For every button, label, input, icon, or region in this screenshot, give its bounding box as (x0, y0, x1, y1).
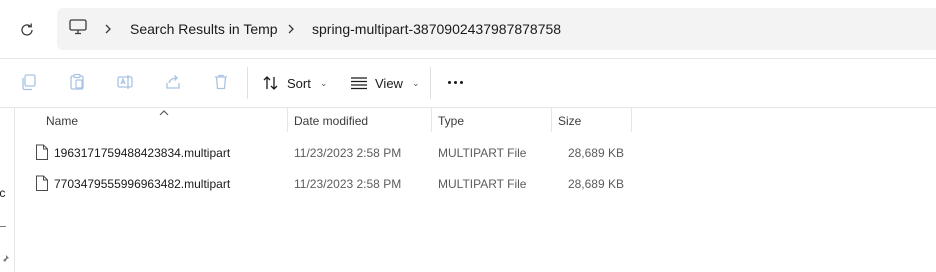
file-date-modified: 11/23/2023 2:58 PM (294, 146, 402, 160)
file-name: 1963171759488423834.multipart (54, 146, 231, 160)
file-type: MULTIPART File (438, 146, 527, 160)
column-separator[interactable] (551, 108, 552, 132)
sort-icon (263, 76, 278, 90)
nav-item-label[interactable]: ıc (0, 186, 5, 200)
breadcrumb-chevron-icon[interactable] (101, 20, 115, 38)
address-bar-row: Search Results in Temp spring-multipart-… (0, 0, 936, 58)
breadcrumb-search-results[interactable]: Search Results in Temp (130, 20, 278, 38)
view-label: View (375, 75, 403, 91)
file-size: 28,689 KB (567, 177, 624, 191)
file-row[interactable]: 7703479555996963482.multipart 11/23/2023… (15, 169, 936, 199)
toolbar-separator (247, 67, 248, 99)
file-type: MULTIPART File (438, 177, 527, 191)
file-icon (35, 175, 49, 192)
sort-ascending-icon (159, 104, 169, 116)
address-bar[interactable]: Search Results in Temp spring-multipart-… (57, 8, 936, 50)
view-list-icon (351, 77, 367, 90)
refresh-icon[interactable] (14, 17, 40, 43)
chevron-down-icon: ⌄ (411, 77, 420, 88)
column-header-date[interactable]: Date modified (294, 112, 368, 132)
this-pc-icon[interactable] (69, 19, 91, 39)
file-name: 7703479555996963482.multipart (54, 177, 231, 191)
nav-divider (0, 226, 6, 227)
file-icon (35, 144, 49, 161)
toolbar-separator (430, 67, 431, 99)
rename-icon[interactable] (114, 71, 136, 93)
column-separator[interactable] (631, 108, 632, 132)
column-header-type[interactable]: Type (438, 112, 464, 132)
copy-icon[interactable] (18, 71, 40, 93)
share-icon[interactable] (162, 71, 184, 93)
sort-button[interactable]: Sort ⌄ (262, 69, 327, 97)
file-date-modified: 11/23/2023 2:58 PM (294, 177, 402, 191)
column-separator[interactable] (287, 108, 288, 132)
navigation-pane[interactable]: ıc (0, 108, 15, 272)
view-button[interactable]: View ⌄ (350, 69, 420, 97)
breadcrumb-current-folder[interactable]: spring-multipart-3870902437987878758 (312, 20, 561, 38)
pin-icon[interactable] (0, 254, 10, 266)
paste-icon[interactable] (66, 71, 88, 93)
file-size: 28,689 KB (567, 146, 624, 160)
chevron-down-icon: ⌄ (319, 77, 328, 88)
column-separator[interactable] (431, 108, 432, 132)
breadcrumb-chevron-icon[interactable] (284, 20, 298, 38)
sort-label: Sort (287, 75, 311, 91)
command-bar: Sort ⌄ View ⌄ (0, 59, 936, 107)
more-options-icon[interactable] (444, 71, 466, 93)
file-row[interactable]: 1963171759488423834.multipart 11/23/2023… (15, 138, 936, 168)
delete-icon[interactable] (210, 71, 232, 93)
column-header-size[interactable]: Size (558, 112, 581, 132)
column-header-name[interactable]: Name (46, 112, 78, 132)
toolbar-divider (0, 107, 936, 108)
